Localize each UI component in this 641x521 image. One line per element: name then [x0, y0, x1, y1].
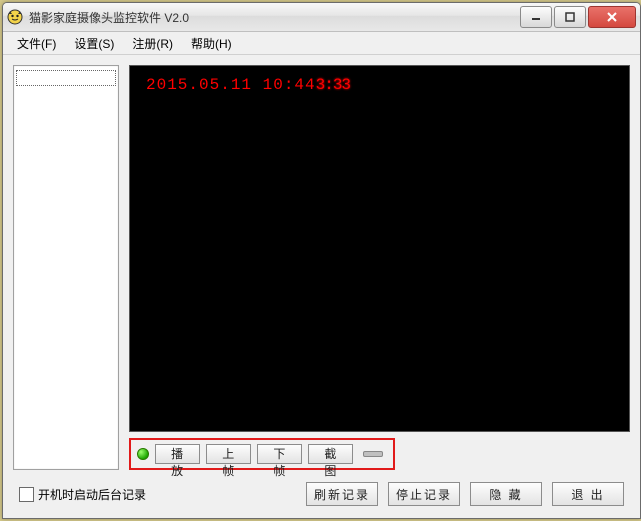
menu-settings[interactable]: 设置(S): [66, 33, 122, 54]
play-button[interactable]: 播放: [155, 444, 200, 464]
stop-recording-button[interactable]: 停止记录: [388, 482, 460, 506]
video-panel: 2015.05.11 10:443:33: [129, 65, 630, 432]
window-controls: [518, 6, 636, 28]
exit-button[interactable]: 退 出: [552, 482, 624, 506]
playback-slider[interactable]: [363, 451, 383, 457]
right-column: 2015.05.11 10:443:33 播放 上帧 下帧 截图: [129, 65, 630, 470]
client-area: 2015.05.11 10:443:33 播放 上帧 下帧 截图 开机时启动后台…: [3, 55, 640, 518]
upper-area: 2015.05.11 10:443:33 播放 上帧 下帧 截图: [13, 65, 630, 470]
timestamp-tail: 3:33: [316, 76, 350, 94]
list-item[interactable]: [16, 70, 116, 86]
menu-bar: 文件(F) 设置(S) 注册(R) 帮助(H): [3, 32, 640, 55]
app-icon: [7, 9, 23, 25]
playback-controls: 播放 上帧 下帧 截图: [129, 438, 395, 470]
autostart-label: 开机时启动后台记录: [38, 486, 146, 503]
hide-button[interactable]: 隐 藏: [470, 482, 542, 506]
app-window: 猫影家庭摄像头监控软件 V2.0 文件(F) 设置(S) 注册(R) 帮助(H): [2, 2, 641, 519]
menu-file[interactable]: 文件(F): [9, 33, 64, 54]
checkbox-icon: [19, 487, 34, 502]
next-frame-button[interactable]: 下帧: [257, 444, 302, 464]
maximize-button[interactable]: [554, 6, 586, 28]
menu-help[interactable]: 帮助(H): [183, 33, 240, 54]
autostart-checkbox[interactable]: 开机时启动后台记录: [19, 486, 296, 503]
window-title: 猫影家庭摄像头监控软件 V2.0: [29, 9, 518, 26]
video-timestamp: 2015.05.11 10:443:33: [146, 76, 350, 94]
timestamp-main: 2015.05.11 10:44: [146, 76, 316, 94]
prev-frame-button[interactable]: 上帧: [206, 444, 251, 464]
screenshot-button[interactable]: 截图: [308, 444, 353, 464]
close-button[interactable]: [588, 6, 636, 28]
bottom-bar: 开机时启动后台记录 刷新记录 停止记录 隐 藏 退 出: [13, 478, 630, 508]
title-bar: 猫影家庭摄像头监控软件 V2.0: [3, 3, 640, 32]
minimize-button[interactable]: [520, 6, 552, 28]
refresh-button[interactable]: 刷新记录: [306, 482, 378, 506]
menu-register[interactable]: 注册(R): [124, 33, 181, 54]
recording-list[interactable]: [13, 65, 119, 470]
status-indicator-icon: [137, 448, 149, 460]
